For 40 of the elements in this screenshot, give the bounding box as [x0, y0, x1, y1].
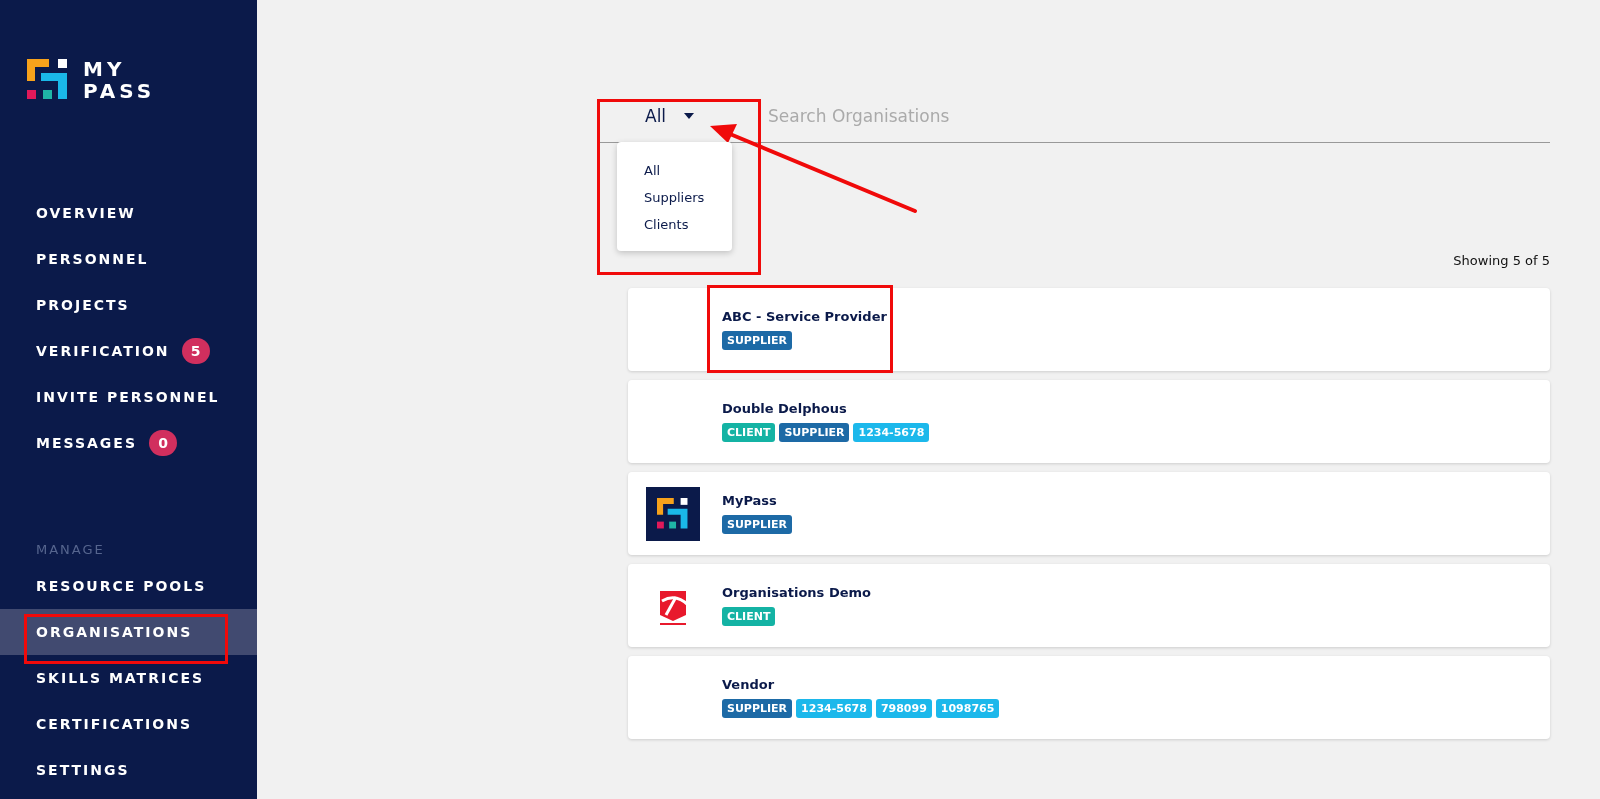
tag-label: SUPPLIER: [779, 423, 850, 442]
menu-item[interactable]: Clients: [617, 212, 732, 239]
search-field[interactable]: Search Organisations: [766, 105, 1550, 127]
nav-item[interactable]: PERSONNEL: [0, 236, 257, 282]
tag-label: SUPPLIER: [722, 331, 793, 350]
tag-label: CLIENT: [722, 607, 776, 626]
nav-item[interactable]: MESSAGES 0: [0, 420, 257, 466]
tag-label: 798099: [875, 699, 932, 718]
organisation-name[interactable]: Double Delphous: [722, 401, 930, 416]
organisation-name[interactable]: Organisations Demo: [722, 585, 871, 600]
nav-item[interactable]: SKILLS MATRICES: [0, 655, 257, 701]
menu-item[interactable]: Suppliers: [617, 185, 732, 212]
nav-item[interactable]: PROJECTS: [0, 282, 257, 328]
nav-item[interactable]: INVITE PERSONNEL: [0, 374, 257, 420]
section-label: MANAGE: [35, 541, 106, 559]
organisation-card[interactable]: ABC - Service Provider SUPPLIER: [628, 288, 1550, 371]
tag-label: SUPPLIER: [722, 515, 793, 534]
count-badge: 0: [149, 430, 177, 456]
organisation-name[interactable]: ABC - Service Provider: [722, 309, 887, 324]
nav-item[interactable]: VERIFICATION 5: [0, 328, 257, 374]
tag-label: 1098765: [935, 699, 1000, 718]
organisation-name[interactable]: MyPass: [722, 493, 793, 508]
organisation-card[interactable]: Vendor SUPPLIER 1234-5678 798099 1098765: [628, 656, 1550, 739]
nav-item[interactable]: ORGANISATIONS: [0, 609, 257, 655]
menu-item[interactable]: All: [617, 158, 732, 185]
organisation-name[interactable]: Vendor: [722, 677, 1000, 692]
tag-label: 1234-5678: [853, 423, 930, 442]
count-badge: 5: [181, 338, 210, 364]
tag-label: SUPPLIER: [722, 699, 793, 718]
brand-name: MY PASS: [83, 58, 156, 102]
nav-item[interactable]: OVERVIEW: [0, 190, 257, 236]
organisation-card[interactable]: Double Delphous CLIENT SUPPLIER 1234-5678: [628, 380, 1550, 463]
organisation-card[interactable]: Organisations Demo CLIENT: [628, 564, 1550, 647]
organisation-card[interactable]: MyPass SUPPLIER: [628, 472, 1550, 555]
nav-item[interactable]: RESOURCE POOLS: [0, 563, 257, 609]
tag-label: 1234-5678: [796, 699, 872, 718]
result-count: Showing 5 of 5: [1452, 253, 1550, 268]
tag-label: CLIENT: [722, 423, 776, 442]
nav-item[interactable]: CERTIFICATIONS: [0, 701, 257, 747]
nav-item[interactable]: SETTINGS: [0, 747, 257, 793]
